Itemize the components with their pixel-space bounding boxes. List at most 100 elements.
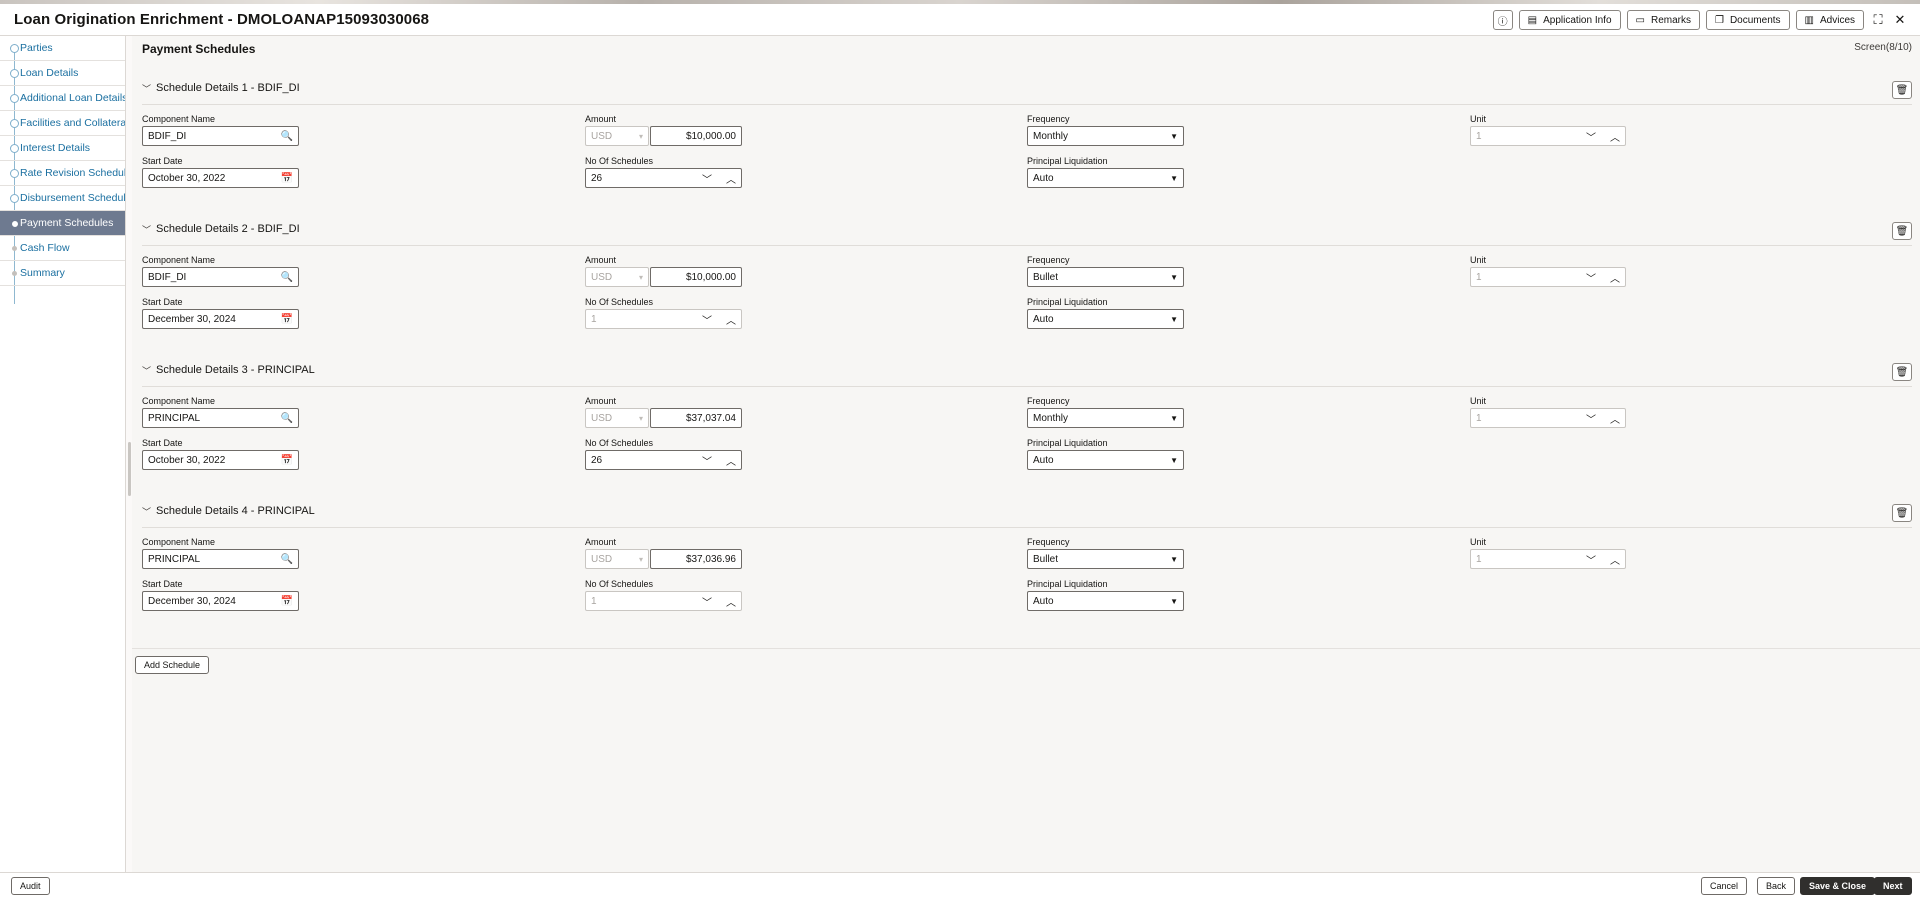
start-date-value: December 30, 2024 bbox=[148, 595, 236, 607]
schedule-header[interactable]: ﹀ Schedule Details 2 - BDIF_DI bbox=[142, 219, 300, 239]
calendar-icon[interactable]: 📅 bbox=[281, 455, 293, 466]
sidebar-item-loan-details[interactable]: Loan Details bbox=[0, 61, 125, 86]
chevron-down-icon[interactable]: ﹀ bbox=[702, 453, 712, 468]
component-name-input[interactable]: PRINCIPAL 🔍 bbox=[142, 549, 299, 569]
sidebar-splitter-handle[interactable] bbox=[128, 442, 131, 496]
frequency-select[interactable]: Bullet ▼ bbox=[1027, 267, 1184, 287]
no-of-schedules-input[interactable]: 26 ﹀ ︿ bbox=[585, 168, 742, 188]
calendar-icon[interactable]: 📅 bbox=[281, 596, 293, 607]
cancel-button[interactable]: Cancel bbox=[1701, 877, 1748, 895]
caret-down-icon: ▼ bbox=[1170, 173, 1178, 183]
start-date-input[interactable]: December 30, 2024 📅 bbox=[142, 309, 299, 329]
chevron-down-icon[interactable]: ﹀ bbox=[1586, 552, 1596, 567]
amount-input[interactable]: $37,036.96 bbox=[650, 549, 742, 569]
next-button[interactable]: Next bbox=[1874, 877, 1912, 895]
component-name-input[interactable]: BDIF_DI 🔍 bbox=[142, 267, 299, 287]
no-of-schedules-input[interactable]: 26 ﹀ ︿ bbox=[585, 450, 742, 470]
principal-liquidation-select[interactable]: Auto ▼ bbox=[1027, 309, 1184, 329]
sidebar-item-payment-schedules[interactable]: Payment Schedules bbox=[0, 211, 125, 236]
chevron-up-icon[interactable]: ︿ bbox=[1610, 411, 1620, 426]
delete-schedule-button[interactable]: 🗑 bbox=[1892, 363, 1912, 381]
application-info-button[interactable]: ▤ Application Info bbox=[1518, 10, 1621, 30]
component-name-input[interactable]: BDIF_DI 🔍 bbox=[142, 126, 299, 146]
search-icon[interactable]: 🔍 bbox=[281, 413, 293, 424]
currency-value: USD bbox=[591, 553, 613, 565]
sidebar-item-interest-details[interactable]: Interest Details bbox=[0, 136, 125, 161]
amount-input[interactable]: $10,000.00 bbox=[650, 267, 742, 287]
sidebar-item-facilities-and-collateral[interactable]: Facilities and Collateral ... bbox=[0, 111, 125, 136]
principal-liquidation-select[interactable]: Auto ▼ bbox=[1027, 168, 1184, 188]
amount-input[interactable]: $37,037.04 bbox=[650, 408, 742, 428]
remarks-button[interactable]: ▭ Remarks bbox=[1626, 10, 1700, 30]
calendar-icon[interactable]: 📅 bbox=[281, 314, 293, 325]
unit-input[interactable]: 1 ﹀ ︿ bbox=[1470, 126, 1626, 146]
currency-value: USD bbox=[591, 130, 613, 142]
sidebar-item-parties[interactable]: Parties bbox=[0, 36, 125, 61]
chevron-up-icon[interactable]: ︿ bbox=[1610, 129, 1620, 144]
chevron-up-icon[interactable]: ︿ bbox=[1610, 552, 1620, 567]
chevron-up-icon[interactable]: ︿ bbox=[726, 453, 736, 468]
add-schedule-button[interactable]: Add Schedule bbox=[135, 656, 210, 674]
schedule-header[interactable]: ﹀ Schedule Details 4 - PRINCIPAL bbox=[142, 501, 315, 521]
amount-input[interactable]: $10,000.00 bbox=[650, 126, 742, 146]
unit-input[interactable]: 1 ﹀ ︿ bbox=[1470, 267, 1626, 287]
sidebar-item-additional-loan-details[interactable]: Additional Loan Details bbox=[0, 86, 125, 111]
audit-button[interactable]: Audit bbox=[11, 877, 50, 895]
no-of-schedules-input[interactable]: 1 ﹀ ︿ bbox=[585, 309, 742, 329]
frequency-select[interactable]: Monthly ▼ bbox=[1027, 126, 1184, 146]
back-button[interactable]: Back bbox=[1757, 877, 1796, 895]
frequency-select[interactable]: Bullet ▼ bbox=[1027, 549, 1184, 569]
chevron-up-icon[interactable]: ︿ bbox=[726, 312, 736, 327]
start-date-input[interactable]: December 30, 2024 📅 bbox=[142, 591, 299, 611]
sidebar-item-summary[interactable]: Summary bbox=[0, 261, 125, 286]
caret-down-icon: ▾ bbox=[638, 413, 643, 423]
start-date-input[interactable]: October 30, 2022 📅 bbox=[142, 450, 299, 470]
sidebar-item-cash-flow[interactable]: Cash Flow bbox=[0, 236, 125, 261]
start-date-label: Start Date bbox=[142, 579, 183, 589]
start-date-input[interactable]: October 30, 2022 📅 bbox=[142, 168, 299, 188]
chevron-down-icon[interactable]: ﹀ bbox=[1586, 411, 1596, 426]
frequency-select[interactable]: Monthly ▼ bbox=[1027, 408, 1184, 428]
principal-liquidation-label: Principal Liquidation bbox=[1027, 297, 1108, 307]
search-icon[interactable]: 🔍 bbox=[281, 554, 293, 565]
documents-button[interactable]: ❐ Documents bbox=[1705, 10, 1790, 30]
chevron-down-icon[interactable]: ﹀ bbox=[1586, 129, 1596, 144]
close-icon[interactable]: ✕ bbox=[1892, 12, 1908, 28]
unit-label: Unit bbox=[1470, 114, 1487, 124]
sidebar-item-label: Parties bbox=[20, 42, 53, 54]
step-status-icon bbox=[12, 246, 17, 251]
chevron-down-icon[interactable]: ﹀ bbox=[702, 594, 712, 609]
unit-input[interactable]: 1 ﹀ ︿ bbox=[1470, 408, 1626, 428]
no-of-schedules-input[interactable]: 1 ﹀ ︿ bbox=[585, 591, 742, 611]
schedule-header[interactable]: ﹀ Schedule Details 3 - PRINCIPAL bbox=[142, 360, 315, 380]
chevron-down-icon[interactable]: ﹀ bbox=[702, 171, 712, 186]
amount-value: $10,000.00 bbox=[685, 271, 736, 283]
search-icon[interactable]: 🔍 bbox=[281, 272, 293, 283]
sidebar-item-rate-revision-schedules[interactable]: Rate Revision Schedules bbox=[0, 161, 125, 186]
delete-schedule-button[interactable]: 🗑 bbox=[1892, 504, 1912, 522]
page-title: Payment Schedules bbox=[142, 42, 256, 56]
info-button[interactable]: ⓘ bbox=[1492, 10, 1513, 30]
schedule-header[interactable]: ﹀ Schedule Details 1 - BDIF_DI bbox=[142, 78, 300, 98]
chevron-up-icon[interactable]: ︿ bbox=[1610, 270, 1620, 285]
unit-input[interactable]: 1 ﹀ ︿ bbox=[1470, 549, 1626, 569]
save-and-close-button[interactable]: Save & Close bbox=[1800, 877, 1876, 895]
step-status-icon bbox=[10, 194, 19, 203]
chevron-down-icon[interactable]: ﹀ bbox=[1586, 270, 1596, 285]
search-icon[interactable]: 🔍 bbox=[281, 131, 293, 142]
maximize-icon[interactable]: ⛶ bbox=[1870, 12, 1886, 28]
delete-schedule-button[interactable]: 🗑 bbox=[1892, 222, 1912, 240]
chevron-up-icon[interactable]: ︿ bbox=[726, 171, 736, 186]
sidebar-item-label: Summary bbox=[20, 267, 65, 279]
chevron-up-icon[interactable]: ︿ bbox=[726, 594, 736, 609]
chevron-down-icon[interactable]: ﹀ bbox=[702, 312, 712, 327]
caret-down-icon: ▼ bbox=[1170, 314, 1178, 324]
delete-schedule-button[interactable]: 🗑 bbox=[1892, 81, 1912, 99]
amount-label: Amount bbox=[585, 537, 617, 547]
sidebar-item-disbursement-schedules[interactable]: Disbursement Schedules bbox=[0, 186, 125, 211]
principal-liquidation-select[interactable]: Auto ▼ bbox=[1027, 450, 1184, 470]
advices-button[interactable]: ▥ Advices bbox=[1795, 10, 1864, 30]
component-name-input[interactable]: PRINCIPAL 🔍 bbox=[142, 408, 299, 428]
principal-liquidation-select[interactable]: Auto ▼ bbox=[1027, 591, 1184, 611]
calendar-icon[interactable]: 📅 bbox=[281, 173, 293, 184]
